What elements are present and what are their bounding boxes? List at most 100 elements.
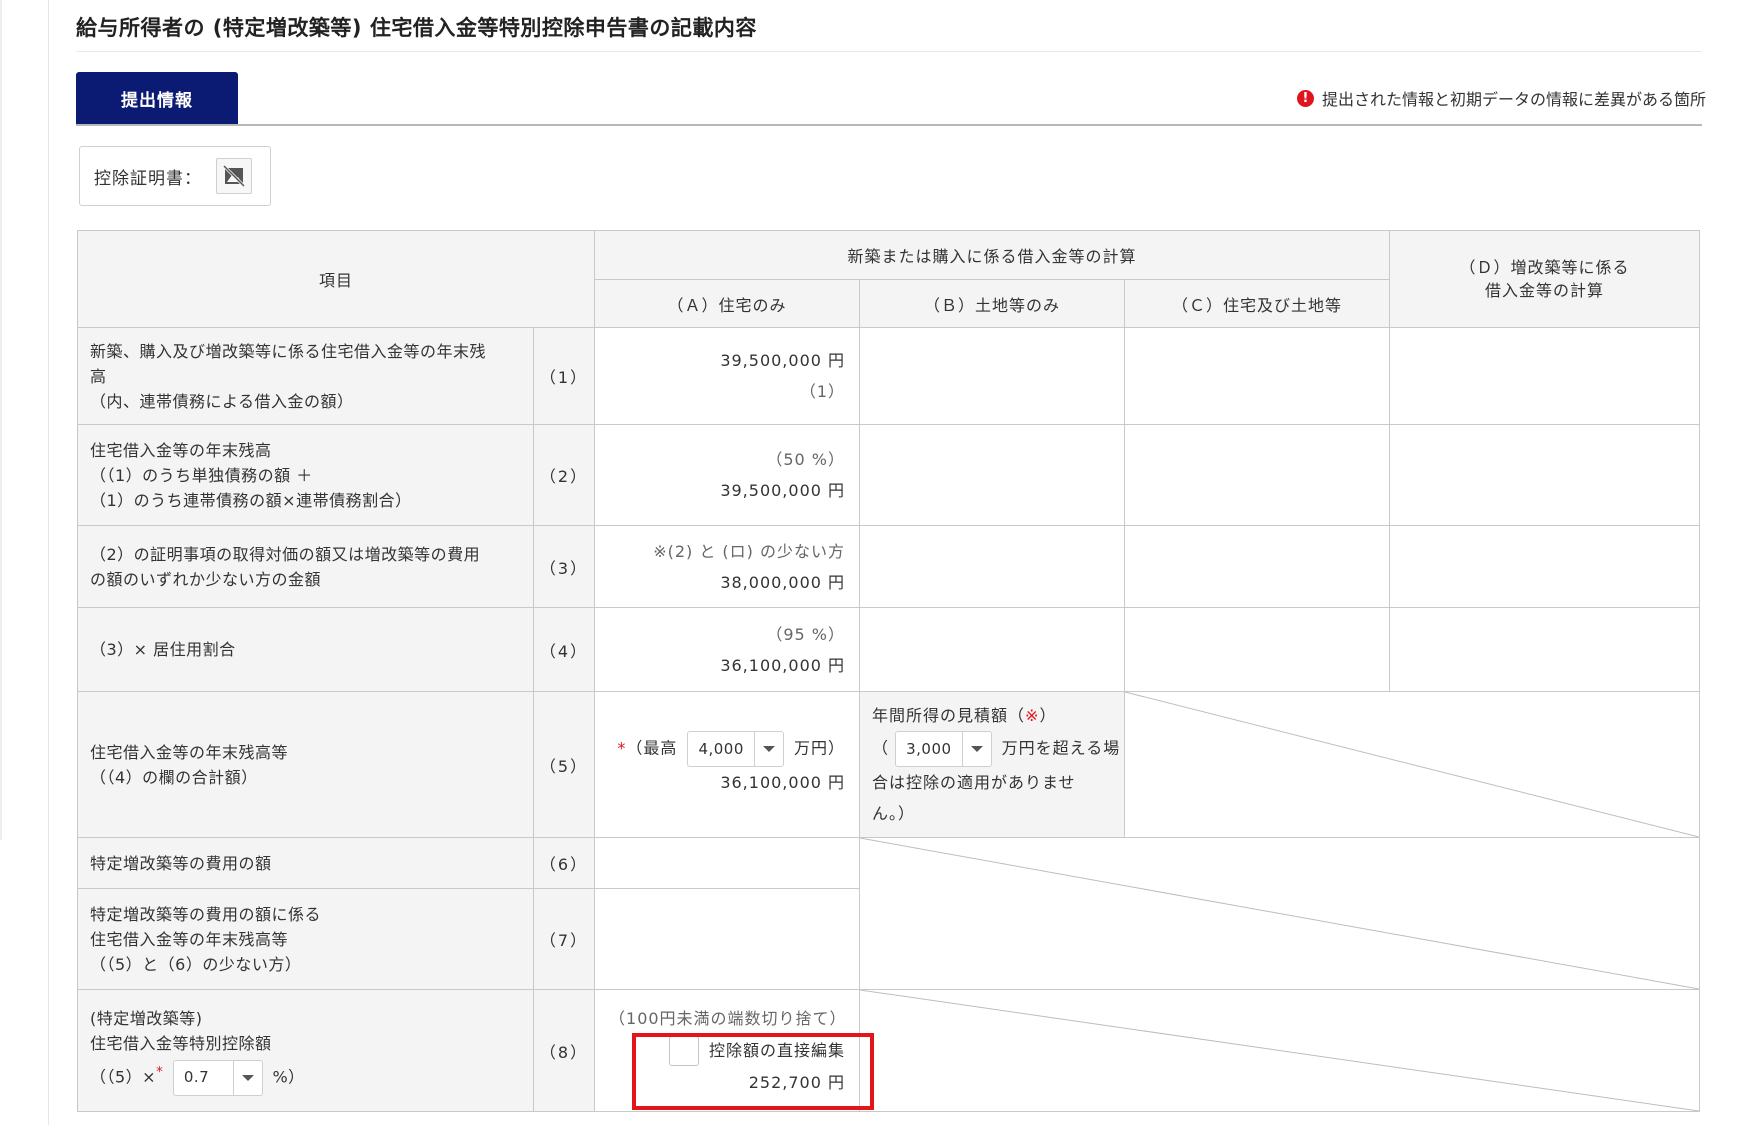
rate-prefix: （（5）× bbox=[90, 1067, 157, 1086]
income-label-text: 年間所得の見積額（ bbox=[872, 706, 1026, 725]
row4-amount: 36,100,000 円 bbox=[720, 655, 846, 675]
header-col-d: （Ｄ）増改築等に係る 借入金等の計算 bbox=[1389, 230, 1701, 328]
row2-number: （2） bbox=[532, 424, 596, 526]
title-divider bbox=[76, 51, 1702, 52]
label-line: 住宅借入金等特別控除額 bbox=[90, 1033, 272, 1053]
deduction-table: 項目 新築または購入に係る借入金等の計算 （Ｄ）増改築等に係る 借入金等の計算 … bbox=[76, 230, 1701, 1112]
chevron-down-icon[interactable] bbox=[961, 732, 991, 766]
table-row: （3）× 居住用割合 （4） （95 %） 36,100,000 円 bbox=[77, 607, 1701, 692]
direct-edit-label[interactable]: 控除額の直接編集 bbox=[709, 1041, 845, 1060]
row5-max-line: *（最高 4,000 万円） bbox=[609, 731, 845, 767]
diff-legend: ! 提出された情報と初期データの情報に差異がある箇所 bbox=[1296, 86, 1706, 110]
row6-number: （6） bbox=[532, 837, 596, 889]
income-note-line: 合は控除の適用がありませ bbox=[872, 773, 1076, 792]
label-line: 特定増改築等の費用の額に係る bbox=[90, 904, 322, 924]
row5-label: 住宅借入金等の年末残高等 （（4）の欄の合計額） bbox=[77, 691, 534, 838]
direct-edit-checkbox[interactable] bbox=[668, 1036, 699, 1066]
header-col-d-line2: 借入金等の計算 bbox=[1485, 281, 1605, 300]
required-mark: * bbox=[617, 738, 627, 758]
label-line: (特定増改築等) bbox=[90, 1008, 203, 1028]
row2-col-b bbox=[859, 424, 1126, 526]
row4-col-c bbox=[1124, 607, 1391, 692]
row8-label: (特定増改築等) 住宅借入金等特別控除額 （（5）×* 0.7 %） bbox=[77, 989, 534, 1112]
row3-amount: 38,000,000 円 bbox=[720, 572, 846, 592]
row4-col-b bbox=[859, 607, 1126, 692]
row3-col-b bbox=[859, 525, 1126, 608]
certificate-label: 控除証明書： bbox=[94, 168, 202, 189]
row8-col-a: （100円未満の端数切り捨て） 控除額の直接編集 252,700 円 bbox=[594, 989, 861, 1112]
income-estimate-select[interactable]: 3,000 bbox=[895, 731, 992, 767]
page-title: 給与所得者の (特定増改築等) 住宅借入金等特別控除申告書の記載内容 bbox=[76, 16, 757, 40]
label-line: 住宅借入金等の年末残高等 bbox=[90, 929, 289, 949]
label-line: （（4）の欄の合計額） bbox=[90, 767, 258, 787]
chevron-down-icon[interactable] bbox=[232, 1060, 262, 1095]
row8-diagonal-cell bbox=[859, 989, 1701, 1112]
row1-joint-debt: （1） bbox=[799, 382, 846, 401]
table-row: 住宅借入金等の年末残高 （（1）のうち単独債務の額 ＋ （1）のうち連帯債務の額… bbox=[77, 424, 1701, 526]
row6-7-diagonal-cell bbox=[859, 837, 1701, 990]
row2-col-a: （50 %） 39,500,000 円 bbox=[594, 424, 861, 526]
row5-amount: 36,100,000 円 bbox=[720, 773, 846, 792]
income-label-end: ） bbox=[1039, 706, 1057, 725]
row3-note: ※(2) と (ロ) の少ない方 bbox=[653, 541, 846, 561]
row1-label: 新築、購入及び増改築等に係る住宅借入金等の年末残 高 （内、連帯債務による借入金… bbox=[77, 327, 534, 425]
tab-submitted-info[interactable]: 提出情報 bbox=[76, 72, 238, 124]
row1-col-b bbox=[859, 327, 1126, 425]
max-amount-value: 4,000 bbox=[698, 739, 744, 758]
row4-col-a: （95 %） 36,100,000 円 bbox=[594, 607, 861, 692]
row3-col-a: ※(2) と (ロ) の少ない方 38,000,000 円 bbox=[594, 525, 861, 608]
row2-amount: 39,500,000 円 bbox=[720, 481, 846, 500]
header-col-a: （Ａ）住宅のみ bbox=[594, 279, 861, 328]
row3-label: （2）の証明事項の取得対価の額又は増改築等の費用 の額のいずれか少ない方の金額 bbox=[77, 525, 534, 608]
label-line: 特定増改築等の費用の額 bbox=[90, 853, 272, 873]
label-line: （（1）のうち単独債務の額 ＋ bbox=[90, 465, 313, 485]
income-estimate-label: 年間所得の見積額（※） bbox=[872, 700, 1112, 731]
income-note-line: ん。） bbox=[872, 804, 916, 823]
label-line: 住宅借入金等の年末残高 bbox=[90, 440, 272, 460]
left-border bbox=[0, 0, 2, 840]
label-line: 高 bbox=[90, 366, 107, 386]
certificate-field: 控除証明書： bbox=[79, 146, 271, 206]
row6-label: 特定増改築等の費用の額 bbox=[77, 837, 534, 889]
rate-select[interactable]: 0.7 bbox=[172, 1059, 263, 1096]
row3-col-d bbox=[1389, 525, 1701, 608]
row5-number: （5） bbox=[532, 691, 596, 838]
label-line: 住宅借入金等の年末残高等 bbox=[90, 742, 289, 762]
diff-legend-text: 提出された情報と初期データの情報に差異がある箇所 bbox=[1321, 90, 1706, 109]
row4-label: （3）× 居住用割合 bbox=[77, 607, 534, 692]
label-line: （（5）と（6）の少ない方） bbox=[90, 954, 302, 974]
income-threshold-text: 万円を超える場 bbox=[1001, 738, 1121, 758]
row5-col-b: 年間所得の見積額（※） （ 3,000 万円を超える場 合は控除の適用がありませ… bbox=[859, 691, 1126, 838]
header-col-c: （Ｃ）住宅及び土地等 bbox=[1124, 279, 1391, 328]
direct-edit-line: 控除額の直接編集 bbox=[609, 1035, 845, 1067]
max-suffix: 万円） bbox=[794, 738, 846, 758]
row2-label: 住宅借入金等の年末残高 （（1）のうち単独債務の額 ＋ （1）のうち連帯債務の額… bbox=[77, 424, 534, 526]
alert-icon: ! bbox=[1296, 89, 1314, 107]
row5-col-a: *（最高 4,000 万円） 36,100,000 円 bbox=[594, 691, 861, 838]
row1-number: （1） bbox=[532, 327, 596, 425]
row5-diagonal-cell bbox=[1124, 691, 1701, 838]
header-col-d-line1: （Ｄ）増改築等に係る bbox=[1459, 258, 1630, 277]
rate-value: 0.7 bbox=[183, 1068, 210, 1086]
income-estimate-value: 3,000 bbox=[906, 739, 952, 758]
max-amount-select[interactable]: 4,000 bbox=[687, 731, 784, 767]
income-open-paren: （ bbox=[872, 738, 890, 758]
label-line: （2）の証明事項の取得対価の額又は増改築等の費用 bbox=[90, 544, 481, 564]
row6-col-a bbox=[594, 837, 861, 889]
row2-col-c bbox=[1124, 424, 1391, 526]
row2-col-d bbox=[1389, 424, 1701, 526]
row7-number: （7） bbox=[532, 888, 596, 990]
label-line: 新築、購入及び増改築等に係る住宅借入金等の年末残 bbox=[90, 341, 487, 361]
chevron-down-icon[interactable] bbox=[753, 732, 783, 766]
row3-col-c bbox=[1124, 525, 1391, 608]
label-line: （内、連帯債務による借入金の額） bbox=[90, 391, 354, 411]
header-col-b: （Ｂ）土地等のみ bbox=[859, 279, 1126, 328]
row1-amount: 39,500,000 円 bbox=[720, 351, 846, 370]
table-row: 新築、購入及び増改築等に係る住宅借入金等の年末残 高 （内、連帯債務による借入金… bbox=[77, 327, 1701, 425]
row4-col-d bbox=[1389, 607, 1701, 692]
table-row: 住宅借入金等の年末残高等 （（4）の欄の合計額） （5） *（最高 4,000 … bbox=[77, 691, 1701, 838]
rate-line: （（5）×* 0.7 %） bbox=[90, 1059, 521, 1096]
table-row: 特定増改築等の費用の額 （6） bbox=[77, 837, 1701, 990]
no-image-icon[interactable] bbox=[216, 158, 252, 194]
row2-ratio: （50 %） bbox=[766, 450, 846, 469]
